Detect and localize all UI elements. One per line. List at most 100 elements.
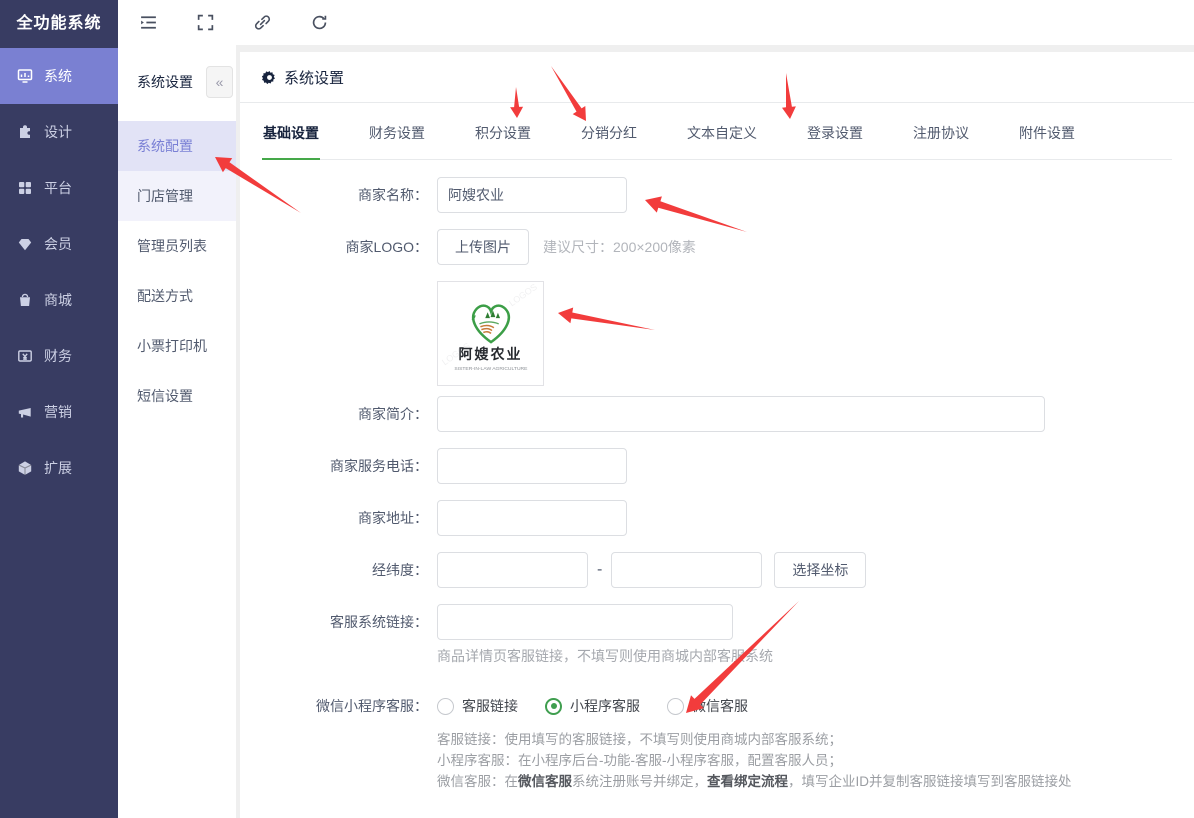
radio-客服链接[interactable]: 客服链接 xyxy=(437,696,518,716)
longitude-input[interactable] xyxy=(437,552,588,588)
service-phone-label: 商家服务电话： xyxy=(262,456,428,476)
collapse-sidebar-button[interactable]: « xyxy=(206,66,233,98)
upload-image-button[interactable]: 上传图片 xyxy=(437,229,529,265)
lat-lng-separator: - xyxy=(597,561,602,579)
wechat-service-help: 客服链接：使用填写的客服链接，不填写则使用商城内部客服系统； 小程序客服：在小程序… xyxy=(437,729,1172,792)
nav-item-会员[interactable]: 会员 xyxy=(0,216,118,272)
help-text-segment: 系统注册账号并绑定， xyxy=(572,774,707,789)
merchant-intro-input[interactable] xyxy=(437,396,1045,432)
merchant-logo-preview[interactable]: LOGOS LOGOS 阿嫂农业 SISTER-IN-LAW AGRICULTU… xyxy=(437,281,544,386)
lat-lng-label: 经纬度： xyxy=(262,560,428,580)
merchant-address-label: 商家地址： xyxy=(262,508,428,528)
menu-fold-icon[interactable] xyxy=(139,13,158,32)
tab-财务设置[interactable]: 财务设置 xyxy=(368,103,426,160)
service-link-hint: 商品详情页客服链接，不填写则使用商城内部客服系统 xyxy=(437,646,1172,666)
radio-微信客服[interactable]: 微信客服 xyxy=(667,696,748,716)
marketing-icon xyxy=(17,404,33,420)
nav-item-营销[interactable]: 营销 xyxy=(0,384,118,440)
tab-登录设置[interactable]: 登录设置 xyxy=(806,103,864,160)
nav-item-label: 会员 xyxy=(44,234,72,254)
latitude-input[interactable] xyxy=(611,552,762,588)
app-root: 全功能系统 系统设计平台会员商城财务营销扩展 系统设置 « 系统配置门店管理管理… xyxy=(0,0,1194,818)
merchant-address-row: 商家地址： xyxy=(262,500,1172,536)
view-binding-flow-link[interactable]: 查看绑定流程 xyxy=(707,774,788,789)
service-link-input[interactable] xyxy=(437,604,733,640)
design-icon xyxy=(17,124,33,140)
service-phone-input[interactable] xyxy=(437,448,627,484)
nav-item-财务[interactable]: 财务 xyxy=(0,328,118,384)
pick-coordinates-button[interactable]: 选择坐标 xyxy=(774,552,866,588)
wechat-service-label: 微信小程序客服： xyxy=(262,696,428,716)
nav-item-设计[interactable]: 设计 xyxy=(0,104,118,160)
help-line: 客服链接：使用填写的客服链接，不填写则使用商城内部客服系统； xyxy=(437,729,1172,750)
page-header: 系统设置 xyxy=(240,52,1194,103)
extension-icon xyxy=(17,460,33,476)
tab-分销分红[interactable]: 分销分红 xyxy=(580,103,638,160)
tab-基础设置[interactable]: 基础设置 xyxy=(262,103,320,160)
tab-积分设置[interactable]: 积分设置 xyxy=(474,103,532,160)
mall-icon xyxy=(17,292,33,308)
app-title: 全功能系统 xyxy=(0,0,118,48)
merchant-logo-label: 商家LOGO： xyxy=(262,237,428,257)
sub-sidebar-title: 系统设置 xyxy=(137,72,193,92)
wechat-service-row: 微信小程序客服： 客服链接 小程序客服 微信客服 xyxy=(262,696,1172,716)
wechat-service-radio-group: 客服链接 小程序客服 微信客服 xyxy=(437,696,748,716)
nav-item-label: 营销 xyxy=(44,402,72,422)
help-line: 小程序客服：在小程序后台-功能-客服-小程序客服，配置客服人员； xyxy=(437,750,1172,771)
nav-item-label: 商城 xyxy=(44,290,72,310)
nav-item-系统[interactable]: 系统 xyxy=(0,48,118,104)
tab-注册协议[interactable]: 注册协议 xyxy=(912,103,970,160)
finance-icon xyxy=(17,348,33,364)
logo-size-hint: 建议尺寸：200×200像素 xyxy=(543,237,696,257)
gear-icon xyxy=(262,70,277,85)
help-text-segment: 微信客服：在 xyxy=(437,774,518,789)
sub-menu-item-小票打印机[interactable]: 小票打印机 xyxy=(118,321,236,371)
help-text-segment: 客服链接：使用填写的客服链接，不填写则使用商城内部客服系统； xyxy=(437,732,842,747)
member-icon xyxy=(17,236,33,252)
nav-item-label: 扩展 xyxy=(44,458,72,478)
merchant-logo-row: 商家LOGO： 上传图片 建议尺寸：200×200像素 xyxy=(262,229,1172,265)
nav-item-label: 系统 xyxy=(44,66,72,86)
tab-附件设置[interactable]: 附件设置 xyxy=(1018,103,1076,160)
sub-sidebar: 系统设置 « 系统配置门店管理管理员列表配送方式小票打印机短信设置 xyxy=(118,45,236,818)
merchant-name-input[interactable] xyxy=(437,177,627,213)
nav-item-平台[interactable]: 平台 xyxy=(0,160,118,216)
nav-item-label: 设计 xyxy=(44,122,72,142)
merchant-address-input[interactable] xyxy=(437,500,627,536)
main-sidebar: 全功能系统 系统设计平台会员商城财务营销扩展 xyxy=(0,0,118,818)
radio-label: 小程序客服 xyxy=(570,696,640,716)
sub-menu-item-管理员列表[interactable]: 管理员列表 xyxy=(118,221,236,271)
refresh-icon[interactable] xyxy=(310,13,329,32)
radio-dot xyxy=(545,698,562,715)
platform-icon xyxy=(17,180,33,196)
merchant-intro-label: 商家简介： xyxy=(262,404,428,424)
lat-lng-row: 经纬度： - 选择坐标 xyxy=(262,552,1172,588)
merchant-name-row: 商家名称： xyxy=(262,177,1172,213)
help-text-segment: ，填写企业ID并复制客服链接填写到客服链接处 xyxy=(788,774,1072,789)
radio-label: 微信客服 xyxy=(692,696,748,716)
help-line: 微信客服：在微信客服系统注册账号并绑定，查看绑定流程，填写企业ID并复制客服链接… xyxy=(437,771,1172,792)
sub-menu-item-短信设置[interactable]: 短信设置 xyxy=(118,371,236,421)
nav-item-扩展[interactable]: 扩展 xyxy=(0,440,118,496)
page-title: 系统设置 xyxy=(284,67,344,88)
link-icon[interactable] xyxy=(253,13,272,32)
topbar xyxy=(118,0,1194,45)
sub-menu: 系统配置门店管理管理员列表配送方式小票打印机短信设置 xyxy=(118,121,236,421)
help-text-segment: 微信客服 xyxy=(518,774,572,789)
nav-item-商城[interactable]: 商城 xyxy=(0,272,118,328)
sub-menu-item-配送方式[interactable]: 配送方式 xyxy=(118,271,236,321)
settings-form: 商家名称： 商家LOGO： 上传图片 建议尺寸：200×200像素 LOGOS … xyxy=(240,160,1194,792)
help-text-segment: 小程序客服：在小程序后台-功能-客服-小程序客服，配置客服人员； xyxy=(437,753,842,768)
radio-小程序客服[interactable]: 小程序客服 xyxy=(545,696,640,716)
sub-sidebar-header: 系统设置 « xyxy=(118,45,236,98)
radio-label: 客服链接 xyxy=(462,696,518,716)
sub-menu-item-门店管理[interactable]: 门店管理 xyxy=(118,171,236,221)
tabs: 基础设置财务设置积分设置分销分红文本自定义登录设置注册协议附件设置 xyxy=(262,103,1172,160)
tab-文本自定义[interactable]: 文本自定义 xyxy=(686,103,758,160)
merchant-intro-row: 商家简介： xyxy=(262,396,1172,432)
service-link-row: 客服系统链接： xyxy=(262,604,1172,640)
fullscreen-icon[interactable] xyxy=(196,13,215,32)
service-phone-row: 商家服务电话： xyxy=(262,448,1172,484)
sub-menu-item-系统配置[interactable]: 系统配置 xyxy=(118,121,236,171)
radio-dot xyxy=(667,698,684,715)
